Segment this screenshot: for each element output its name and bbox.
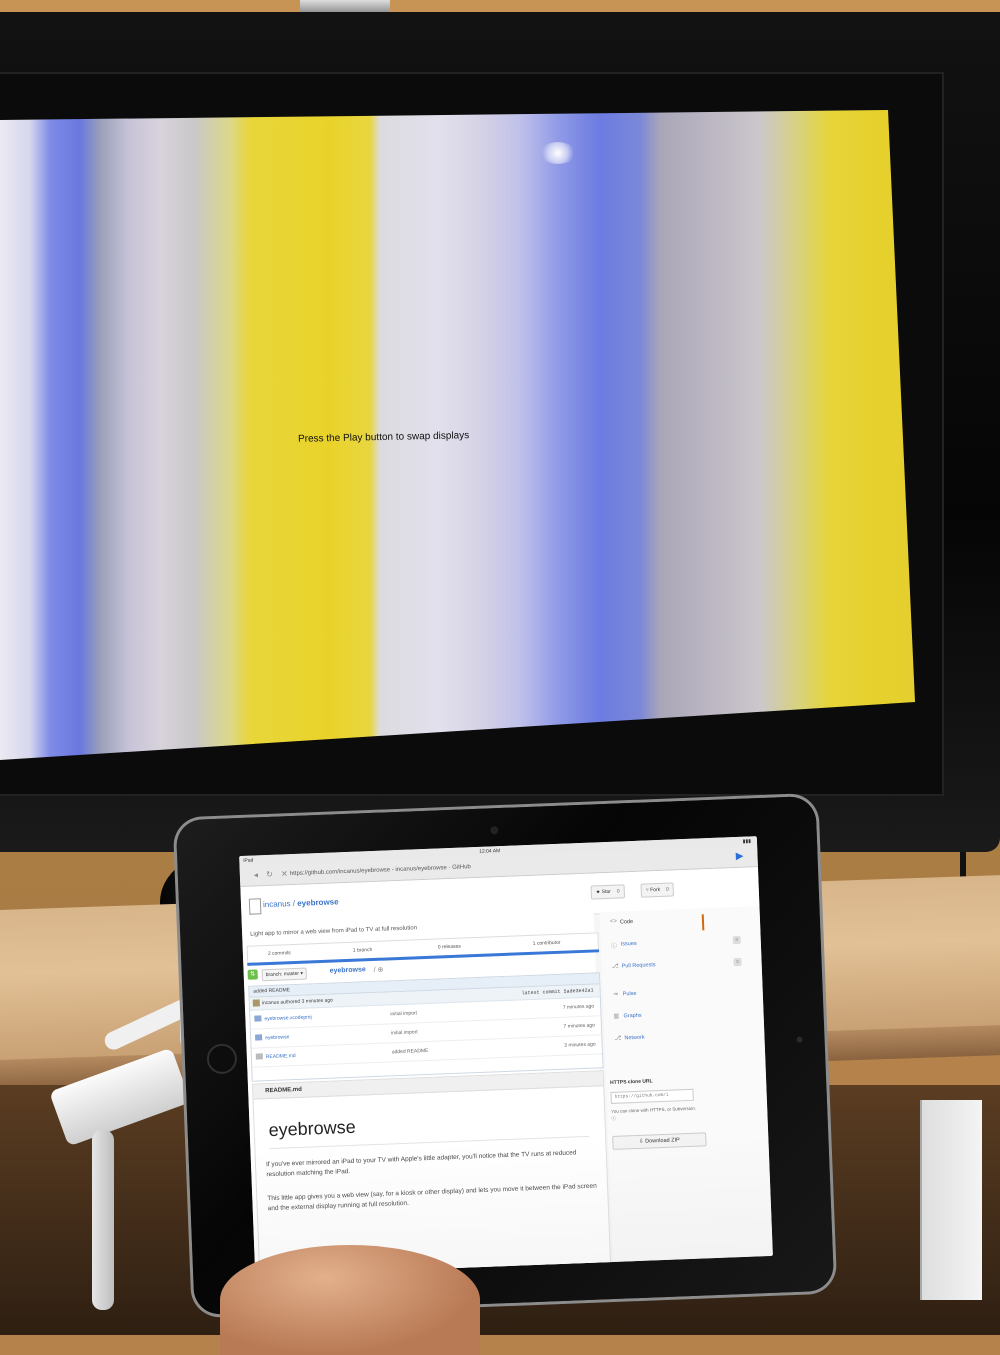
file-commit-msg[interactable]: initial import <box>391 1029 418 1036</box>
readme-paragraph: This little app gives you a web view (sa… <box>267 1182 597 1213</box>
code-icon: <> <box>609 918 618 925</box>
sidebar-item-label: Code <box>619 918 634 926</box>
repo-title: incanus / eyebrowse <box>263 897 339 909</box>
avatar <box>252 999 260 1007</box>
releases-link[interactable]: 0 releases <box>438 944 461 951</box>
file-name[interactable]: eyebrowse <box>265 1034 289 1041</box>
fork-button[interactable]: ⑂ Fork 0 <box>640 882 675 898</box>
readme-panel: README.md eyebrowse If you've ever mirro… <box>251 1070 612 1276</box>
sidebar-item-label: Graphs <box>623 1012 642 1020</box>
file-commit-msg[interactable]: initial import <box>390 1010 417 1017</box>
file-name[interactable]: eyebrowse.xcodeproj <box>264 1014 311 1022</box>
fork-label: Fork <box>650 886 661 894</box>
download-zip-button[interactable]: ⇩ Download ZIP <box>612 1132 707 1150</box>
active-indicator <box>701 914 705 931</box>
white-device <box>920 1100 982 1300</box>
sync-icon[interactable]: ⇅ <box>247 969 258 980</box>
ipad-screen: iPad 12:04 AM ▮▮▮ ◂ ↻ ✕ https://github.c… <box>239 836 773 1276</box>
sidebar-item-graphs[interactable]: ▥ Graphs <box>613 1006 753 1023</box>
commits-link[interactable]: 2 commits <box>268 950 291 957</box>
pull-requests-count: 0 <box>733 957 742 967</box>
commit-author: incanus authored 3 minutes ago <box>261 997 334 1007</box>
ipad-device: iPad 12:04 AM ▮▮▮ ◂ ↻ ✕ https://github.c… <box>175 795 835 1316</box>
readme-title: eyebrowse <box>268 1116 357 1141</box>
sidebar-item-label: Network <box>624 1034 645 1042</box>
latest-commit[interactable]: latest commit 5ade3e42a1 <box>521 988 593 997</box>
clone-url-label: HTTPS clone URL <box>610 1078 653 1086</box>
pulse-icon: ⇥ <box>612 991 618 998</box>
tv-light-reflection <box>540 142 576 164</box>
sidebar-item-network[interactable]: ⎇ Network <box>614 1028 754 1045</box>
star-button[interactable]: ★ Star 0 <box>590 884 625 900</box>
sidebar-item-code[interactable]: <> Code <box>609 913 750 931</box>
graphs-icon: ▥ <box>613 1013 620 1020</box>
sidebar-item-issues[interactable]: ⓘ Issues 0 <box>611 934 751 951</box>
folder-icon <box>255 1034 263 1041</box>
hand <box>220 1245 480 1355</box>
sidebar-item-label: Pulse <box>622 990 637 998</box>
network-icon: ⎇ <box>614 1035 622 1042</box>
repo-main: Light app to mirror a web view from iPad… <box>241 912 612 1276</box>
repo-name-link[interactable]: eyebrowse <box>297 897 339 908</box>
file-browser: added README incanus authored 3 minutes … <box>248 972 604 1082</box>
play-icon[interactable]: ▶ <box>736 851 744 862</box>
file-age: 3 minutes ago <box>564 1041 596 1049</box>
repo-description: Light app to mirror a web view from iPad… <box>250 925 418 938</box>
file-icon <box>255 1053 263 1060</box>
battery-icon: ▮▮▮ <box>742 838 752 845</box>
star-label: ★ Star <box>595 888 611 896</box>
sidebar-item-pull-requests[interactable]: ⎇ Pull Requests 0 <box>611 956 751 973</box>
folder-icon <box>254 1015 262 1022</box>
sidebar-item-label: Pull Requests <box>621 962 656 970</box>
sidebar-item-label: Issues <box>620 940 637 948</box>
file-age: 7 minutes ago <box>563 1022 596 1030</box>
ipad-sensor <box>796 1036 803 1043</box>
file-name[interactable]: README.md <box>266 1053 296 1060</box>
readme-paragraph: If you've ever mirrored an iPad to your … <box>265 1149 577 1179</box>
file-age: 7 minutes ago <box>562 1003 595 1011</box>
issues-icon: ⓘ <box>610 943 618 950</box>
issues-count: 0 <box>732 935 741 945</box>
pull-request-icon: ⎇ <box>611 963 619 970</box>
sidebar-item-pulse[interactable]: ⇥ Pulse <box>613 984 753 1001</box>
star-count: 0 <box>616 888 620 895</box>
repo-icon <box>248 898 262 915</box>
url-field[interactable]: https://github.com/incanus/eyebrowse - i… <box>290 864 471 877</box>
carrier-label: iPad <box>243 857 254 864</box>
clock: 12:04 AM <box>479 848 501 855</box>
file-commit-msg[interactable]: added README <box>392 1048 429 1055</box>
add-file-icon[interactable]: / ⊕ <box>373 966 384 974</box>
repo-sidebar: <> Code ⓘ Issues 0 ⎇ Pull Requests 0 ⇥ P… <box>599 906 773 1263</box>
camera-icon <box>490 826 499 835</box>
usb-cable <box>92 1130 114 1310</box>
nav-buttons-icon[interactable]: ◂ ↻ ✕ <box>254 869 291 879</box>
fork-count: 0 <box>666 886 670 893</box>
contributor-link[interactable]: 1 contributor <box>533 940 561 947</box>
clone-help-text: You can clone with HTTPS, or Subversion.… <box>611 1105 697 1121</box>
branch-link[interactable]: 1 branch <box>353 947 373 954</box>
repo-owner-link[interactable]: incanus <box>263 899 291 909</box>
branch-selector[interactable]: branch: master ▾ <box>261 967 308 982</box>
breadcrumb[interactable]: eyebrowse <box>329 966 365 974</box>
clone-url-input[interactable]: https://github.com/i <box>610 1088 694 1104</box>
home-button[interactable] <box>206 1043 238 1075</box>
